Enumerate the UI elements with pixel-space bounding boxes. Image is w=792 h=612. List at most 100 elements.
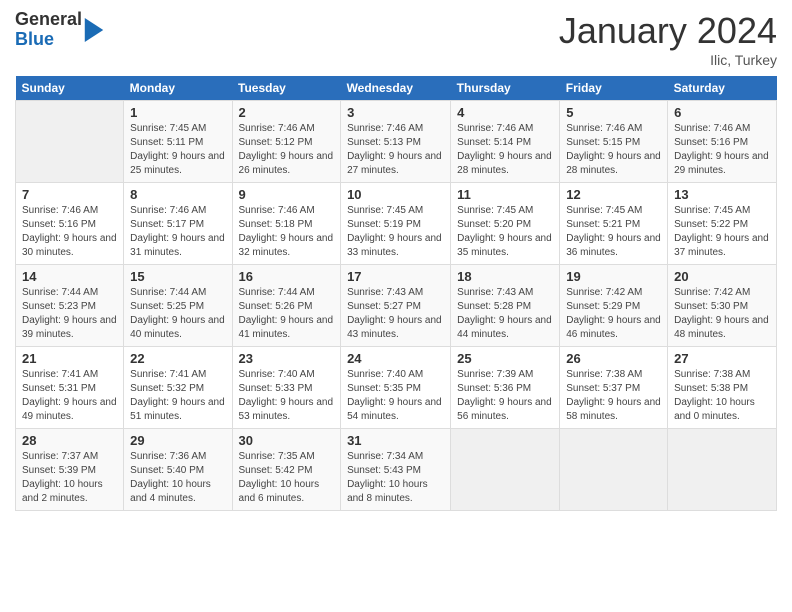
- th-thursday: Thursday: [451, 76, 560, 101]
- logo-icon: [84, 18, 104, 42]
- calendar-day: 23 Sunrise: 7:40 AMSunset: 5:33 PMDaylig…: [232, 347, 341, 429]
- day-info: Sunrise: 7:46 AMSunset: 5:16 PMDaylight:…: [674, 122, 770, 178]
- day-number: 3: [347, 105, 444, 120]
- day-number: 29: [130, 433, 225, 448]
- day-number: 5: [566, 105, 661, 120]
- calendar-day: 1 Sunrise: 7:45 AMSunset: 5:11 PMDayligh…: [124, 101, 232, 183]
- calendar-day: 31 Sunrise: 7:34 AMSunset: 5:43 PMDaylig…: [341, 429, 451, 511]
- calendar-day: [451, 429, 560, 511]
- day-info: Sunrise: 7:46 AMSunset: 5:18 PMDaylight:…: [239, 204, 335, 260]
- day-info: Sunrise: 7:40 AMSunset: 5:33 PMDaylight:…: [239, 368, 335, 424]
- day-number: 8: [130, 187, 225, 202]
- calendar-week-0: 1 Sunrise: 7:45 AMSunset: 5:11 PMDayligh…: [16, 101, 777, 183]
- calendar-day: 11 Sunrise: 7:45 AMSunset: 5:20 PMDaylig…: [451, 183, 560, 265]
- day-number: 9: [239, 187, 335, 202]
- day-info: Sunrise: 7:36 AMSunset: 5:40 PMDaylight:…: [130, 450, 225, 506]
- page-container: General Blue January 2024 Ilic, Turkey S…: [0, 0, 792, 521]
- calendar-day: 22 Sunrise: 7:41 AMSunset: 5:32 PMDaylig…: [124, 347, 232, 429]
- calendar-day: 10 Sunrise: 7:45 AMSunset: 5:19 PMDaylig…: [341, 183, 451, 265]
- calendar-day: 7 Sunrise: 7:46 AMSunset: 5:16 PMDayligh…: [16, 183, 124, 265]
- month-title: January 2024: [559, 10, 777, 52]
- day-number: 16: [239, 269, 335, 284]
- th-tuesday: Tuesday: [232, 76, 341, 101]
- day-number: 19: [566, 269, 661, 284]
- calendar-day: [668, 429, 777, 511]
- day-number: 12: [566, 187, 661, 202]
- day-number: 23: [239, 351, 335, 366]
- calendar-day: 24 Sunrise: 7:40 AMSunset: 5:35 PMDaylig…: [341, 347, 451, 429]
- location: Ilic, Turkey: [559, 52, 777, 68]
- calendar-day: 14 Sunrise: 7:44 AMSunset: 5:23 PMDaylig…: [16, 265, 124, 347]
- day-info: Sunrise: 7:45 AMSunset: 5:21 PMDaylight:…: [566, 204, 661, 260]
- day-number: 21: [22, 351, 117, 366]
- day-number: 26: [566, 351, 661, 366]
- day-info: Sunrise: 7:46 AMSunset: 5:13 PMDaylight:…: [347, 122, 444, 178]
- calendar-day: 3 Sunrise: 7:46 AMSunset: 5:13 PMDayligh…: [341, 101, 451, 183]
- day-number: 24: [347, 351, 444, 366]
- day-info: Sunrise: 7:34 AMSunset: 5:43 PMDaylight:…: [347, 450, 444, 506]
- logo: General Blue: [15, 10, 104, 50]
- calendar-day: 5 Sunrise: 7:46 AMSunset: 5:15 PMDayligh…: [560, 101, 668, 183]
- header-row: Sunday Monday Tuesday Wednesday Thursday…: [16, 76, 777, 101]
- day-number: 31: [347, 433, 444, 448]
- th-wednesday: Wednesday: [341, 76, 451, 101]
- title-section: January 2024 Ilic, Turkey: [559, 10, 777, 68]
- logo-blue-text: Blue: [15, 30, 82, 50]
- day-info: Sunrise: 7:45 AMSunset: 5:20 PMDaylight:…: [457, 204, 553, 260]
- calendar-day: 4 Sunrise: 7:46 AMSunset: 5:14 PMDayligh…: [451, 101, 560, 183]
- day-info: Sunrise: 7:46 AMSunset: 5:16 PMDaylight:…: [22, 204, 117, 260]
- calendar-day: 13 Sunrise: 7:45 AMSunset: 5:22 PMDaylig…: [668, 183, 777, 265]
- calendar-day: 21 Sunrise: 7:41 AMSunset: 5:31 PMDaylig…: [16, 347, 124, 429]
- calendar-day: 17 Sunrise: 7:43 AMSunset: 5:27 PMDaylig…: [341, 265, 451, 347]
- day-info: Sunrise: 7:45 AMSunset: 5:11 PMDaylight:…: [130, 122, 225, 178]
- day-number: 2: [239, 105, 335, 120]
- calendar-day: 20 Sunrise: 7:42 AMSunset: 5:30 PMDaylig…: [668, 265, 777, 347]
- day-number: 28: [22, 433, 117, 448]
- day-number: 6: [674, 105, 770, 120]
- day-info: Sunrise: 7:46 AMSunset: 5:15 PMDaylight:…: [566, 122, 661, 178]
- calendar-day: 18 Sunrise: 7:43 AMSunset: 5:28 PMDaylig…: [451, 265, 560, 347]
- day-number: 7: [22, 187, 117, 202]
- calendar-day: 12 Sunrise: 7:45 AMSunset: 5:21 PMDaylig…: [560, 183, 668, 265]
- calendar-day: 19 Sunrise: 7:42 AMSunset: 5:29 PMDaylig…: [560, 265, 668, 347]
- day-info: Sunrise: 7:46 AMSunset: 5:17 PMDaylight:…: [130, 204, 225, 260]
- calendar-day: 25 Sunrise: 7:39 AMSunset: 5:36 PMDaylig…: [451, 347, 560, 429]
- day-info: Sunrise: 7:40 AMSunset: 5:35 PMDaylight:…: [347, 368, 444, 424]
- calendar-week-1: 7 Sunrise: 7:46 AMSunset: 5:16 PMDayligh…: [16, 183, 777, 265]
- th-friday: Friday: [560, 76, 668, 101]
- day-info: Sunrise: 7:44 AMSunset: 5:23 PMDaylight:…: [22, 286, 117, 342]
- day-info: Sunrise: 7:43 AMSunset: 5:28 PMDaylight:…: [457, 286, 553, 342]
- logo-general-text: General: [15, 10, 82, 30]
- day-info: Sunrise: 7:42 AMSunset: 5:30 PMDaylight:…: [674, 286, 770, 342]
- day-info: Sunrise: 7:38 AMSunset: 5:37 PMDaylight:…: [566, 368, 661, 424]
- calendar-day: 8 Sunrise: 7:46 AMSunset: 5:17 PMDayligh…: [124, 183, 232, 265]
- calendar-day: [560, 429, 668, 511]
- calendar-week-3: 21 Sunrise: 7:41 AMSunset: 5:31 PMDaylig…: [16, 347, 777, 429]
- calendar-day: 29 Sunrise: 7:36 AMSunset: 5:40 PMDaylig…: [124, 429, 232, 511]
- day-number: 13: [674, 187, 770, 202]
- day-number: 14: [22, 269, 117, 284]
- calendar-day: 28 Sunrise: 7:37 AMSunset: 5:39 PMDaylig…: [16, 429, 124, 511]
- day-number: 30: [239, 433, 335, 448]
- day-info: Sunrise: 7:41 AMSunset: 5:32 PMDaylight:…: [130, 368, 225, 424]
- day-number: 15: [130, 269, 225, 284]
- th-monday: Monday: [124, 76, 232, 101]
- day-info: Sunrise: 7:46 AMSunset: 5:14 PMDaylight:…: [457, 122, 553, 178]
- day-number: 25: [457, 351, 553, 366]
- day-number: 1: [130, 105, 225, 120]
- calendar-day: 9 Sunrise: 7:46 AMSunset: 5:18 PMDayligh…: [232, 183, 341, 265]
- calendar-day: 2 Sunrise: 7:46 AMSunset: 5:12 PMDayligh…: [232, 101, 341, 183]
- calendar-day: 26 Sunrise: 7:38 AMSunset: 5:37 PMDaylig…: [560, 347, 668, 429]
- calendar-week-2: 14 Sunrise: 7:44 AMSunset: 5:23 PMDaylig…: [16, 265, 777, 347]
- day-number: 18: [457, 269, 553, 284]
- day-info: Sunrise: 7:43 AMSunset: 5:27 PMDaylight:…: [347, 286, 444, 342]
- calendar-day: 6 Sunrise: 7:46 AMSunset: 5:16 PMDayligh…: [668, 101, 777, 183]
- day-info: Sunrise: 7:39 AMSunset: 5:36 PMDaylight:…: [457, 368, 553, 424]
- calendar-week-4: 28 Sunrise: 7:37 AMSunset: 5:39 PMDaylig…: [16, 429, 777, 511]
- day-number: 20: [674, 269, 770, 284]
- calendar-table: Sunday Monday Tuesday Wednesday Thursday…: [15, 76, 777, 511]
- calendar-day: 30 Sunrise: 7:35 AMSunset: 5:42 PMDaylig…: [232, 429, 341, 511]
- day-info: Sunrise: 7:45 AMSunset: 5:19 PMDaylight:…: [347, 204, 444, 260]
- calendar-day: 27 Sunrise: 7:38 AMSunset: 5:38 PMDaylig…: [668, 347, 777, 429]
- day-number: 4: [457, 105, 553, 120]
